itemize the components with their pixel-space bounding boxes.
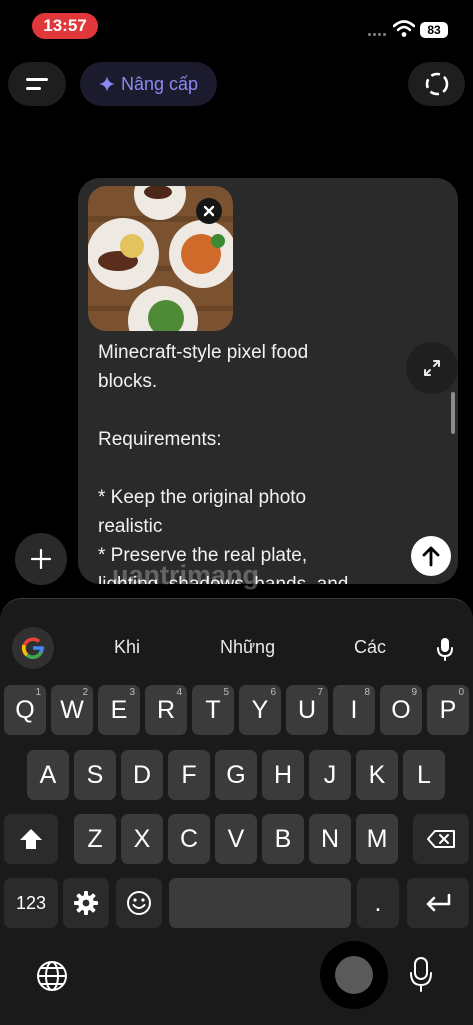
key-a[interactable]: A — [27, 750, 69, 800]
cellular-signal-icon — [368, 33, 388, 37]
upgrade-button[interactable]: Nâng cấp — [80, 62, 217, 106]
emoji-key[interactable] — [116, 878, 162, 928]
key-h[interactable]: H — [262, 750, 304, 800]
key-d[interactable]: D — [121, 750, 163, 800]
suggestion-2[interactable]: Những — [220, 637, 275, 658]
key-i[interactable]: I8 — [333, 685, 375, 735]
google-icon — [21, 637, 44, 659]
key-number-hint: 4 — [176, 687, 182, 698]
dictation-microphone-icon[interactable] — [409, 957, 433, 993]
return-icon — [426, 893, 451, 912]
key-f[interactable]: F — [168, 750, 210, 800]
key-z[interactable]: Z — [74, 814, 116, 864]
key-t[interactable]: T5 — [192, 685, 234, 735]
sparkle-icon — [98, 76, 115, 92]
key-number-hint: 1 — [35, 687, 41, 698]
key-j[interactable]: J — [309, 750, 351, 800]
microphone-icon[interactable] — [436, 637, 454, 661]
gear-icon — [74, 891, 98, 915]
dashed-circle-icon — [425, 72, 448, 96]
key-l[interactable]: L — [403, 750, 445, 800]
upgrade-label: Nâng cấp — [120, 73, 199, 94]
suggestion-3[interactable]: Các — [354, 637, 386, 658]
key-m[interactable]: M — [356, 814, 398, 864]
composer-scrollbar[interactable] — [451, 392, 455, 434]
key-label: E — [110, 695, 128, 724]
key-y[interactable]: Y6 — [239, 685, 281, 735]
key-number-hint: 6 — [270, 687, 276, 698]
key-c[interactable]: C — [168, 814, 210, 864]
key-w[interactable]: W2 — [51, 685, 93, 735]
new-chat-button[interactable] — [408, 62, 465, 106]
plus-icon — [30, 548, 52, 570]
keyboard: Khi Những Các Q1W2E3R4T5Y6U7I8O9P0 ASDFG… — [0, 598, 473, 1025]
key-b[interactable]: B — [262, 814, 304, 864]
suggestion-1[interactable]: Khi — [114, 637, 140, 658]
key-label: P — [439, 695, 457, 724]
key-label: Q — [15, 695, 35, 724]
battery-indicator: 83 — [420, 22, 448, 38]
message-composer[interactable]: Minecraft-style pixel food blocks. Requi… — [78, 178, 458, 584]
key-number-hint: 9 — [411, 687, 417, 698]
key-x[interactable]: X — [121, 814, 163, 864]
key-v[interactable]: V — [215, 814, 257, 864]
key-number-hint: 2 — [82, 687, 88, 698]
key-e[interactable]: E3 — [98, 685, 140, 735]
wifi-icon — [393, 20, 415, 37]
backspace-key[interactable] — [413, 814, 469, 864]
status-time: 13:57 — [32, 13, 98, 39]
numbers-key[interactable]: 123 — [4, 878, 58, 928]
period-key[interactable]: . — [357, 878, 399, 928]
space-key[interactable] — [169, 878, 351, 928]
key-number-hint: 8 — [364, 687, 370, 698]
expand-icon — [424, 360, 440, 376]
key-u[interactable]: U7 — [286, 685, 328, 735]
send-button[interactable] — [411, 536, 451, 576]
menu-button[interactable] — [8, 62, 66, 106]
globe-icon[interactable] — [35, 959, 69, 993]
prompt-text[interactable]: Minecraft-style pixel food blocks. Requi… — [98, 338, 398, 584]
key-number-hint: 3 — [129, 687, 135, 698]
key-label: W — [60, 695, 84, 724]
key-label: R — [156, 695, 176, 724]
return-key[interactable] — [407, 878, 469, 928]
key-p[interactable]: P0 — [427, 685, 469, 735]
add-attachment-button[interactable] — [15, 533, 67, 585]
key-r[interactable]: R4 — [145, 685, 187, 735]
key-label: U — [297, 695, 317, 724]
key-n[interactable]: N — [309, 814, 351, 864]
key-s[interactable]: S — [74, 750, 116, 800]
remove-attachment-button[interactable] — [196, 198, 222, 224]
key-g[interactable]: G — [215, 750, 257, 800]
google-button[interactable] — [12, 627, 54, 669]
emoji-icon — [127, 891, 151, 915]
key-o[interactable]: O9 — [380, 685, 422, 735]
key-number-hint: 5 — [223, 687, 229, 698]
key-q[interactable]: Q1 — [4, 685, 46, 735]
key-number-hint: 7 — [317, 687, 323, 698]
key-label: O — [391, 695, 411, 724]
shift-icon — [20, 829, 42, 849]
assistive-touch-button[interactable] — [320, 941, 388, 1009]
key-label: I — [350, 695, 358, 724]
key-number-hint: 0 — [458, 687, 464, 698]
close-icon — [203, 205, 215, 217]
settings-key[interactable] — [63, 878, 109, 928]
arrow-up-icon — [422, 546, 440, 567]
key-label: T — [205, 695, 221, 724]
shift-key[interactable] — [4, 814, 58, 864]
watermark: uantrimang — [112, 560, 260, 590]
key-k[interactable]: K — [356, 750, 398, 800]
expand-button[interactable] — [406, 342, 458, 394]
key-label: Y — [251, 695, 269, 724]
backspace-icon — [427, 830, 455, 848]
